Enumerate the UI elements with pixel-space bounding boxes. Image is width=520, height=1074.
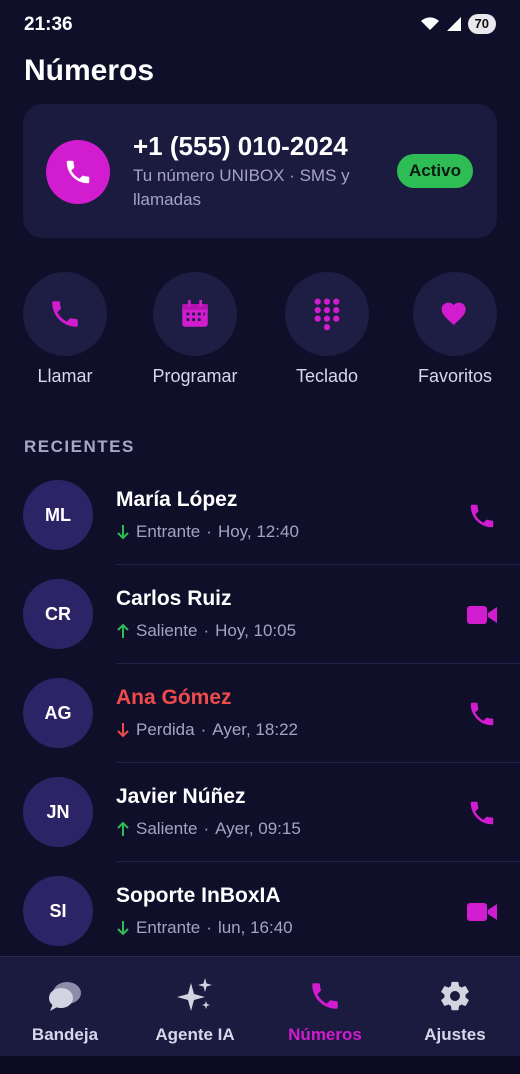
call-direction: Entrante — [136, 918, 201, 937]
nav-item-inbox[interactable]: Bandeja — [0, 977, 130, 1045]
call-direction: Perdida — [136, 720, 195, 739]
phone-icon — [470, 702, 494, 726]
video-call-button[interactable] — [466, 599, 498, 631]
separator: · — [206, 522, 212, 541]
battery-indicator: 70 — [467, 14, 496, 34]
call-direction: Saliente — [136, 621, 198, 640]
gear-icon — [390, 977, 520, 1015]
action-schedule-button[interactable]: Programar — [130, 272, 260, 387]
nav-label: Números — [288, 1025, 362, 1044]
dialpad-icon — [285, 272, 369, 356]
video-call-button[interactable] — [466, 896, 498, 928]
separator: · — [206, 918, 212, 937]
call-meta: Saliente · Hoy, 10:05 — [116, 621, 296, 641]
list-item[interactable]: CR Carlos Ruiz Saliente · Hoy, 10:05 — [0, 565, 520, 664]
arrow-down-icon — [117, 525, 129, 540]
calendar-icon — [153, 272, 237, 356]
nav-item-settings[interactable]: Ajustes — [390, 977, 520, 1045]
list-item[interactable]: JN Javier Núñez Saliente · Ayer, 09:15 — [0, 763, 520, 862]
nav-label: Bandeja — [31, 1025, 99, 1044]
contact-name: Carlos Ruiz — [116, 587, 232, 610]
separator: · — [200, 720, 207, 739]
status-badge: Activo — [397, 154, 473, 188]
call-time: Hoy, 10:05 — [215, 621, 297, 640]
phone-number: +1 (555) 010-2024 — [133, 131, 348, 161]
heart-icon — [413, 272, 497, 356]
call-time: Hoy, 12:40 — [217, 522, 299, 541]
number-description: Tu número UNIBOX · SMS y llamadas — [133, 166, 350, 209]
bottom-nav: Bandeja Agente IA Números Ajustes — [0, 956, 520, 1056]
action-label: Llamar — [37, 366, 93, 386]
phone-icon — [470, 801, 494, 825]
contact-name: Javier Núñez — [116, 785, 246, 808]
status-bar: 21:36 70 — [0, 0, 520, 48]
call-meta: Entrante · Hoy, 12:40 — [116, 522, 299, 542]
video-icon — [467, 903, 497, 921]
signal-icon — [446, 17, 461, 31]
number-phone-icon — [46, 140, 110, 204]
avatar: CR — [23, 579, 93, 649]
arrow-down-icon — [117, 921, 129, 936]
list-item[interactable]: SI Soporte InBoxIA Entrante · lun, 16:40 — [0, 862, 520, 961]
chat-bubbles-icon — [0, 977, 130, 1015]
avatar: SI — [23, 876, 93, 946]
avatar: ML — [23, 480, 93, 550]
video-icon — [467, 606, 497, 624]
contact-name: Ana Gómez — [116, 686, 232, 709]
system-home-bar — [0, 1056, 520, 1074]
separator: · — [203, 621, 210, 640]
avatar: AG — [23, 678, 93, 748]
action-label: Favoritos — [417, 366, 493, 386]
number-card[interactable]: +1 (555) 010-2024 Tu número UNIBOX · SMS… — [23, 104, 497, 238]
phone-call-button[interactable] — [466, 500, 498, 532]
phone-icon — [23, 272, 107, 356]
action-label: Teclado — [295, 366, 359, 386]
phone-icon — [260, 977, 390, 1015]
wifi-icon — [420, 17, 439, 30]
nav-label: Agente IA — [155, 1025, 235, 1044]
section-title-recents: RECIENTES — [24, 437, 135, 456]
call-meta: Perdida · Ayer, 18:22 — [116, 720, 298, 740]
contact-name: María López — [116, 488, 238, 511]
phone-call-button[interactable] — [466, 698, 498, 730]
phone-call-button[interactable] — [466, 797, 498, 829]
status-time: 21:36 — [24, 14, 73, 35]
arrow-up-icon — [117, 821, 129, 836]
avatar: JN — [23, 777, 93, 847]
call-meta: Saliente · Ayer, 09:15 — [116, 819, 301, 839]
call-direction: Saliente — [136, 819, 198, 838]
status-icons: 70 — [420, 14, 496, 34]
separator: · — [203, 819, 210, 838]
nav-item-numbers[interactable]: Números — [260, 977, 390, 1045]
call-time: Ayer, 09:15 — [215, 819, 301, 838]
call-direction: Entrante — [136, 522, 201, 541]
call-meta: Entrante · lun, 16:40 — [116, 918, 293, 938]
nav-item-ai-agent[interactable]: Agente IA — [130, 977, 260, 1045]
action-favorites-button[interactable]: Favoritos — [390, 272, 520, 387]
recents-list: ML María López Entrante · Hoy, 12:40 CR … — [0, 466, 520, 961]
nav-label: Ajustes — [424, 1025, 486, 1044]
arrow-down-icon — [117, 723, 129, 738]
call-time: Ayer, 18:22 — [212, 720, 298, 739]
arrow-up-icon — [117, 623, 129, 638]
action-call-button[interactable]: Llamar — [0, 272, 130, 387]
list-item[interactable]: AG Ana Gómez Perdida · Ayer, 18:22 — [0, 664, 520, 763]
page-title: Números — [24, 54, 155, 87]
list-item[interactable]: ML María López Entrante · Hoy, 12:40 — [0, 466, 520, 565]
action-label: Programar — [152, 366, 238, 386]
action-dialpad-button[interactable]: Teclado — [262, 272, 392, 387]
call-time: lun, 16:40 — [217, 918, 293, 937]
sparkles-icon — [130, 977, 260, 1015]
phone-icon — [470, 504, 494, 528]
contact-name: Soporte InBoxIA — [116, 884, 281, 907]
